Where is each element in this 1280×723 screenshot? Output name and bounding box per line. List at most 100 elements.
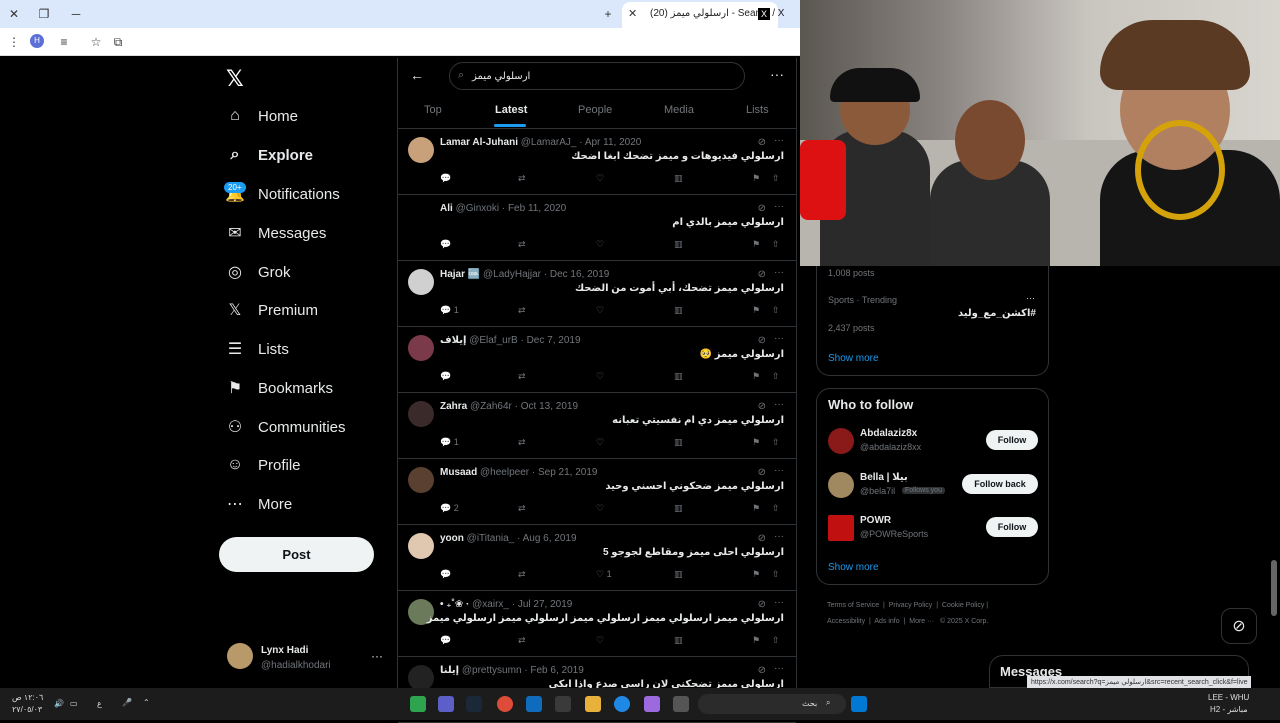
views-icon[interactable]: ▥ [674, 503, 683, 514]
copilot-icon[interactable] [644, 696, 660, 712]
like-icon[interactable]: ♡ [596, 503, 604, 514]
reply-icon[interactable]: 💬 [440, 371, 451, 382]
tab-people[interactable]: People [578, 104, 612, 116]
grok-icon[interactable]: ⊘ [758, 533, 766, 544]
show-more-follow-link[interactable]: Show more [828, 562, 879, 573]
nav-explore[interactable]: ⌕ Explore [226, 142, 314, 168]
new-tab-button[interactable]: + [598, 4, 618, 24]
follow-back-button[interactable]: Follow back [962, 474, 1038, 494]
grok-icon[interactable]: ⊘ [1221, 608, 1257, 644]
browser-tab[interactable]: ✕ (20) ارسلولي ميمز - Search / X X [622, 2, 784, 28]
follow-suggestion[interactable]: Abdalaziz8x @abdalaziz8xx Follow [828, 426, 1040, 456]
more-dots-icon[interactable]: ··· [770, 66, 784, 82]
views-icon[interactable]: ▥ [674, 569, 683, 580]
nav-communities[interactable]: ⚇ Communities [226, 414, 346, 440]
nav-profile[interactable]: ☺ Profile [226, 452, 301, 478]
bookmark-icon[interactable]: ⚑ [752, 503, 760, 514]
avatar[interactable] [408, 401, 434, 427]
minimize-window-button[interactable]: ─ [66, 4, 86, 24]
more-dots-icon[interactable]: ··· [371, 649, 383, 663]
grok-icon[interactable]: ⊘ [758, 269, 766, 280]
more-dots-icon[interactable]: ··· [774, 399, 784, 410]
like-icon[interactable]: ♡ 1 [596, 569, 612, 580]
tweet-author-name[interactable]: • ₊˚❀ · [440, 599, 469, 610]
tweet[interactable]: Zahra @Zah64r · Oct 13, 2019 ⊘ ··· ارسلولي … [398, 393, 796, 459]
views-icon[interactable]: ▥ [674, 371, 683, 382]
retweet-icon[interactable]: ⇄ [518, 173, 526, 184]
follow-button[interactable]: Follow [986, 430, 1038, 450]
views-icon[interactable]: ▥ [674, 239, 683, 250]
avatar[interactable] [408, 203, 434, 229]
grok-icon[interactable]: ⊘ [758, 335, 766, 346]
edge-icon[interactable] [614, 696, 630, 712]
scrollbar[interactable] [1271, 560, 1277, 616]
footer-link[interactable]: Terms of Service [827, 602, 879, 609]
tweet-author-name[interactable]: Hajar 🆒 [440, 269, 480, 280]
nav-more[interactable]: ⋯ More [226, 491, 292, 517]
share-icon[interactable]: ⇧ [772, 173, 780, 184]
follow-suggestion[interactable]: Bella | بيلا @bela7il Follows you Follow… [828, 470, 1040, 500]
bookmark-icon[interactable]: ⚑ [752, 437, 760, 448]
reply-icon[interactable]: 💬 2 [440, 503, 459, 514]
reply-icon[interactable]: 💬 [440, 239, 451, 250]
mic-icon[interactable]: 🎤 [122, 698, 132, 707]
retweet-icon[interactable]: ⇄ [518, 239, 526, 250]
more-dots-icon[interactable]: ··· [774, 333, 784, 344]
grok-icon[interactable]: ⊘ [758, 467, 766, 478]
footer-link[interactable]: More ··· [909, 618, 934, 625]
more-dots-icon[interactable]: ··· [774, 663, 784, 674]
follow-suggestion[interactable]: POWR @POWReSports Follow [828, 513, 1040, 543]
tab-top[interactable]: Top [424, 104, 442, 116]
search-input[interactable]: ⌕ ارسلولي ميمز [449, 62, 745, 90]
nav-lists[interactable]: ☰ Lists [226, 336, 289, 362]
like-icon[interactable]: ♡ [596, 239, 604, 250]
close-window-button[interactable]: ✕ [4, 4, 24, 24]
footer-link[interactable]: Privacy Policy [889, 602, 933, 609]
tab-media[interactable]: Media [664, 104, 694, 116]
tweet[interactable]: Lamar Al-Juhani @LamarAJ_ · Apr 11, 2020… [398, 129, 796, 195]
more-dots-icon[interactable]: ··· [1026, 293, 1035, 303]
grok-icon[interactable]: ⊘ [758, 203, 766, 214]
share-icon[interactable]: ⇧ [772, 503, 780, 514]
views-icon[interactable]: ▥ [674, 635, 683, 646]
share-icon[interactable]: ⇧ [772, 437, 780, 448]
teams-icon[interactable] [438, 696, 454, 712]
bookmark-icon[interactable]: ⚑ [752, 239, 760, 250]
tweet[interactable]: yoon @iTitania_ · Aug 6, 2019 ⊘ ··· ارسلولي… [398, 525, 796, 591]
taskbar-search[interactable]: بحث ⌕ [698, 694, 846, 714]
menu-dots-icon[interactable]: ⋮ [4, 32, 24, 52]
back-arrow-icon[interactable]: ← [410, 67, 424, 83]
like-icon[interactable]: ♡ [596, 173, 604, 184]
like-icon[interactable]: ♡ [596, 371, 604, 382]
more-dots-icon[interactable]: ··· [774, 465, 784, 476]
tweet[interactable]: Hajar 🆒 @LadyHajjar · Dec 16, 2019 ⊘ ··· ار… [398, 261, 796, 327]
tweet[interactable]: • ₊˚❀ · @xairx_ · Jul 27, 2019 ⊘ ··· ارسلول… [398, 591, 796, 657]
share-icon[interactable]: ⇧ [772, 569, 780, 580]
share-icon[interactable]: ⇧ [772, 635, 780, 646]
more-dots-icon[interactable]: ··· [774, 135, 784, 146]
x-logo-icon[interactable]: 𝕏 [226, 66, 244, 92]
monitor-icon[interactable]: ▭ [70, 699, 78, 708]
avatar[interactable] [408, 269, 434, 295]
nav-premium[interactable]: 𝕏 Premium [226, 297, 318, 323]
avatar[interactable] [408, 467, 434, 493]
tweet-author-name[interactable]: yoon [440, 533, 464, 544]
retweet-icon[interactable]: ⇄ [518, 305, 526, 316]
profile-avatar[interactable]: H [30, 34, 44, 48]
bookmark-icon[interactable]: ⚑ [752, 371, 760, 382]
tab-lists[interactable]: Lists [746, 104, 769, 116]
like-icon[interactable]: ♡ [596, 305, 604, 316]
reply-icon[interactable]: 💬 1 [440, 305, 459, 316]
grok-icon[interactable]: ⊘ [758, 599, 766, 610]
show-more-trends-link[interactable]: Show more [828, 353, 879, 364]
follow-button[interactable]: Follow [986, 517, 1038, 537]
nav-home[interactable]: ⌂ Home [226, 103, 298, 129]
task-view-icon[interactable] [673, 696, 689, 712]
like-icon[interactable]: ♡ [596, 437, 604, 448]
retweet-icon[interactable]: ⇄ [518, 503, 526, 514]
store-icon[interactable] [555, 696, 571, 712]
views-icon[interactable]: ▥ [674, 437, 683, 448]
reading-list-icon[interactable]: ≡ [54, 32, 74, 52]
more-dots-icon[interactable]: ··· [774, 267, 784, 278]
chrome-icon[interactable] [497, 696, 513, 712]
